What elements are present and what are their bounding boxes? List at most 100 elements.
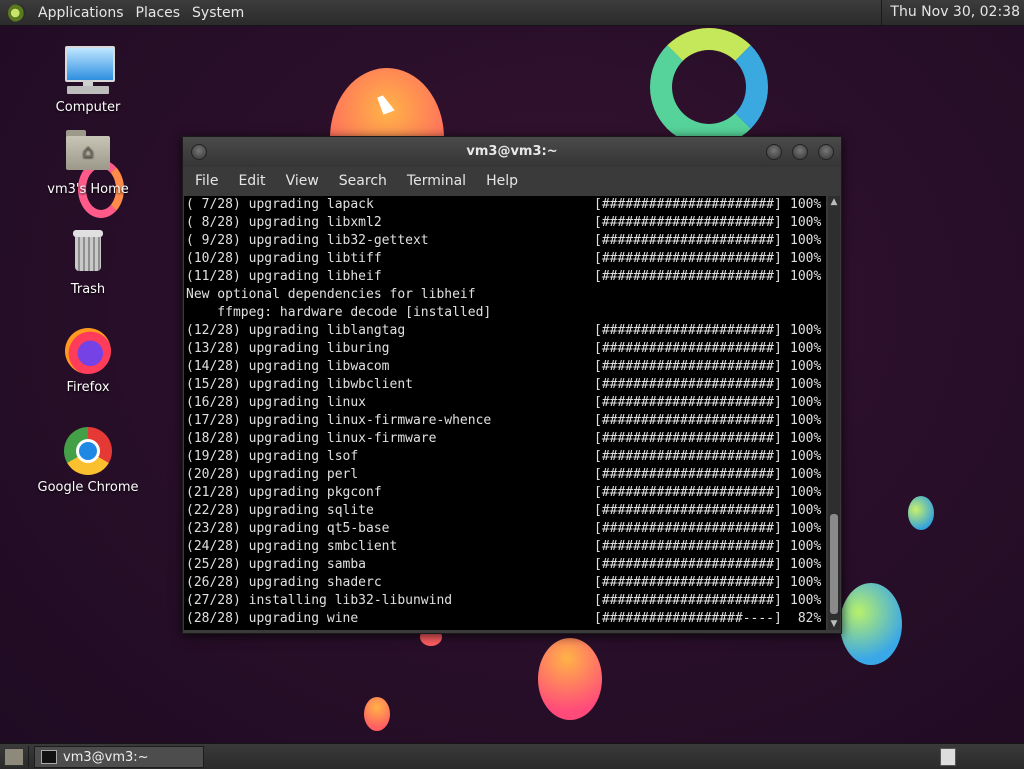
terminal-line: (24/28) upgrading smbclient [############… bbox=[184, 538, 826, 556]
menu-system[interactable]: System bbox=[186, 5, 250, 21]
terminal-line-text: (25/28) upgrading samba bbox=[186, 557, 367, 572]
progress-bar-text: [######################] bbox=[594, 557, 782, 572]
distro-logo-icon[interactable] bbox=[8, 3, 26, 22]
workspace-switcher[interactable] bbox=[940, 748, 956, 766]
progress-bar-text: [######################] bbox=[594, 467, 782, 482]
terminal-line-text: (21/28) upgrading pkgconf bbox=[186, 485, 382, 500]
terminal-line-text: (24/28) upgrading smbclient bbox=[186, 539, 398, 554]
terminal-line: (12/28) upgrading liblangtag [###########… bbox=[184, 322, 826, 340]
progress-percent: 100% bbox=[790, 449, 822, 464]
window-titlebar[interactable]: vm3@vm3:~ bbox=[183, 137, 841, 167]
progress-percent: 100% bbox=[790, 215, 822, 230]
window-menu-icon[interactable] bbox=[191, 144, 207, 160]
terminal-line: (23/28) upgrading qt5-base [#############… bbox=[184, 520, 826, 538]
progress-percent: 100% bbox=[790, 359, 822, 374]
taskbar-terminal-button[interactable]: vm3@vm3:~ bbox=[34, 746, 204, 768]
terminal-scrollbar[interactable]: ▲ ▼ bbox=[828, 196, 840, 630]
terminal-line-text: (27/28) installing lib32-libunwind bbox=[186, 593, 453, 608]
clock[interactable]: Thu Nov 30, 02:38 bbox=[881, 0, 1024, 25]
terminal-menubar: File Edit View Search Terminal Help bbox=[183, 167, 841, 195]
scrollbar-thumb[interactable] bbox=[830, 514, 838, 614]
terminal-line: ffmpeg: hardware decode [installed] bbox=[184, 304, 826, 322]
menu-terminal[interactable]: Terminal bbox=[399, 173, 474, 189]
progress-bar-text: [######################] bbox=[594, 251, 782, 266]
menu-edit[interactable]: Edit bbox=[230, 173, 273, 189]
terminal-line-text: (17/28) upgrading linux-firmware-whence bbox=[186, 413, 492, 428]
terminal-line: (18/28) upgrading linux-firmware [#######… bbox=[184, 430, 826, 448]
chrome-icon bbox=[63, 426, 113, 476]
desktop-icon-computer[interactable]: Computer bbox=[33, 46, 143, 115]
terminal-line: (11/28) upgrading libheif [##############… bbox=[184, 268, 826, 286]
close-button[interactable] bbox=[818, 144, 834, 160]
scroll-up-icon[interactable]: ▲ bbox=[828, 196, 840, 208]
terminal-line-text: (22/28) upgrading sqlite bbox=[186, 503, 374, 518]
maximize-button[interactable] bbox=[792, 144, 808, 160]
desktop-icon-label: vm3's Home bbox=[47, 182, 129, 197]
progress-bar-text: [######################] bbox=[594, 359, 782, 374]
desktop-icon-chrome[interactable]: Google Chrome bbox=[33, 426, 143, 495]
terminal-window[interactable]: vm3@vm3:~ File Edit View Search Terminal… bbox=[182, 136, 842, 634]
terminal-line: (26/28) upgrading shaderc [##############… bbox=[184, 574, 826, 592]
menu-help[interactable]: Help bbox=[478, 173, 526, 189]
minimize-button[interactable] bbox=[766, 144, 782, 160]
terminal-line: New optional dependencies for libheif bbox=[184, 286, 826, 304]
progress-percent: 100% bbox=[790, 251, 822, 266]
menu-search[interactable]: Search bbox=[331, 173, 395, 189]
terminal-line-text: (15/28) upgrading libwbclient bbox=[186, 377, 413, 392]
terminal-line-text: (11/28) upgrading libheif bbox=[186, 269, 382, 284]
progress-percent: 100% bbox=[790, 413, 822, 428]
progress-percent: 100% bbox=[790, 539, 822, 554]
desktop-icon-firefox[interactable]: Firefox bbox=[33, 326, 143, 395]
progress-bar-text: [######################] bbox=[594, 431, 782, 446]
terminal-line: (13/28) upgrading liburing [#############… bbox=[184, 340, 826, 358]
desktop-icon-label: Trash bbox=[70, 282, 106, 297]
firefox-icon bbox=[63, 326, 113, 376]
terminal-line-text: (10/28) upgrading libtiff bbox=[186, 251, 382, 266]
progress-bar-text: [##################----] bbox=[594, 611, 782, 626]
progress-bar-text: [######################] bbox=[594, 575, 782, 590]
wallpaper-small-orange bbox=[364, 697, 390, 731]
terminal-output[interactable]: ( 7/28) upgrading lapack [###############… bbox=[184, 196, 826, 630]
desktop-icon-trash[interactable]: Trash bbox=[33, 228, 143, 297]
terminal-line: (28/28) upgrading wine [#################… bbox=[184, 610, 826, 628]
terminal-line: ( 8/28) upgrading libxml2 [##############… bbox=[184, 214, 826, 232]
scroll-down-icon[interactable]: ▼ bbox=[828, 618, 840, 630]
terminal-line: (15/28) upgrading libwbclient [##########… bbox=[184, 376, 826, 394]
progress-percent: 100% bbox=[790, 233, 822, 248]
terminal-line: ( 9/28) upgrading lib32-gettext [########… bbox=[184, 232, 826, 250]
terminal-icon bbox=[41, 750, 57, 764]
menu-places[interactable]: Places bbox=[130, 5, 187, 21]
terminal-line-text: (16/28) upgrading linux bbox=[186, 395, 367, 410]
progress-bar-text: [######################] bbox=[594, 341, 782, 356]
terminal-line: (19/28) upgrading lsof [#################… bbox=[184, 448, 826, 466]
progress-bar-text: [######################] bbox=[594, 395, 782, 410]
progress-percent: 100% bbox=[790, 521, 822, 536]
terminal-line-text: ( 7/28) upgrading lapack bbox=[186, 197, 374, 212]
progress-bar-text: [######################] bbox=[594, 485, 782, 500]
terminal-line: (10/28) upgrading libtiff [##############… bbox=[184, 250, 826, 268]
progress-percent: 100% bbox=[790, 557, 822, 572]
bottom-panel: vm3@vm3:~ bbox=[0, 743, 1024, 769]
menu-applications[interactable]: Applications bbox=[32, 5, 130, 21]
terminal-line-text: (28/28) upgrading wine bbox=[186, 611, 359, 626]
progress-bar-text: [######################] bbox=[594, 377, 782, 392]
progress-percent: 100% bbox=[790, 197, 822, 212]
show-desktop-icon[interactable] bbox=[4, 748, 24, 766]
progress-bar-text: [######################] bbox=[594, 413, 782, 428]
desktop-icon-label: Google Chrome bbox=[37, 480, 139, 495]
progress-bar-text: [######################] bbox=[594, 215, 782, 230]
terminal-line-text: (14/28) upgrading libwacom bbox=[186, 359, 390, 374]
wallpaper-pink-oval bbox=[538, 638, 602, 720]
terminal-line-text: (26/28) upgrading shaderc bbox=[186, 575, 382, 590]
terminal-line-text: (23/28) upgrading qt5-base bbox=[186, 521, 390, 536]
progress-percent: 100% bbox=[790, 341, 822, 356]
menu-file[interactable]: File bbox=[187, 173, 226, 189]
computer-icon bbox=[63, 46, 115, 96]
progress-percent: 82% bbox=[790, 611, 822, 626]
progress-percent: 100% bbox=[790, 593, 822, 608]
terminal-line-text: ( 9/28) upgrading lib32-gettext bbox=[186, 233, 429, 248]
menu-view[interactable]: View bbox=[278, 173, 327, 189]
progress-percent: 100% bbox=[790, 377, 822, 392]
progress-percent: 100% bbox=[790, 269, 822, 284]
desktop-icon-home[interactable]: ⌂ vm3's Home bbox=[33, 128, 143, 197]
